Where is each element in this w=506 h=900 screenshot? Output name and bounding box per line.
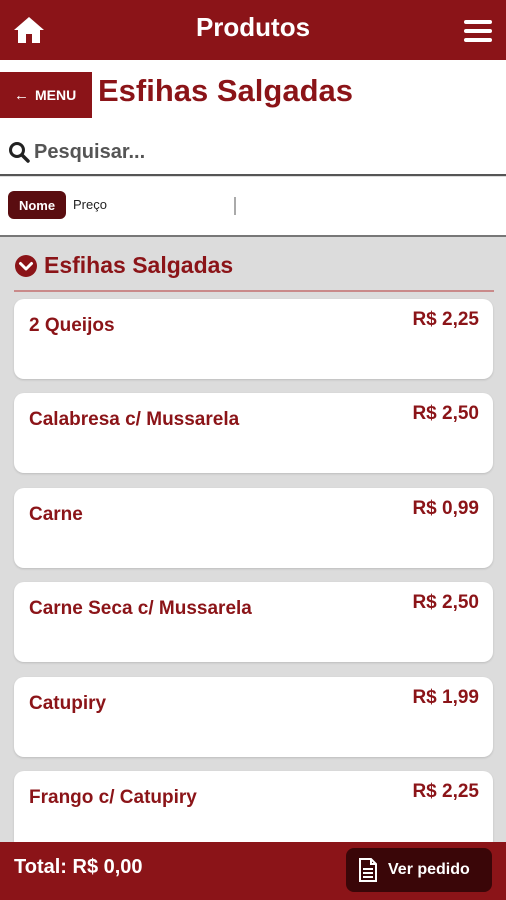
product-card[interactable]: Carne R$ 0,99 — [14, 488, 493, 568]
sort-by-price-button[interactable]: Preço — [73, 197, 107, 212]
order-footer: Total: R$ 0,00 Ver pedido — [0, 842, 506, 900]
app-title: Produtos — [195, 12, 311, 42]
product-name: Carne Seca c/ Mussarela — [29, 598, 252, 619]
product-name: Calabresa c/ Mussarela — [29, 409, 240, 430]
product-price: R$ 2,50 — [412, 403, 479, 424]
product-price: R$ 2,50 — [412, 592, 479, 613]
section-title: Esfihas Salgadas — [44, 252, 234, 278]
product-card[interactable]: Catupiry R$ 1,99 — [14, 677, 493, 757]
category-header: ← MENU Esfihas Salgadas — [0, 60, 506, 128]
product-price: R$ 2,25 — [412, 781, 479, 802]
search-input[interactable] — [34, 136, 494, 168]
product-price: R$ 2,25 — [412, 309, 479, 330]
product-card[interactable]: 2 Queijos R$ 2,25 — [14, 299, 493, 379]
order-total: Total: R$ 0,00 — [14, 856, 143, 878]
back-to-menu-button[interactable]: ← MENU — [0, 72, 92, 118]
product-price: R$ 0,99 — [412, 498, 479, 519]
product-card[interactable]: Carne Seca c/ Mussarela R$ 2,50 — [14, 582, 493, 662]
search-bar — [0, 128, 506, 176]
menu-button-label: MENU — [35, 87, 77, 103]
chevron-down-icon — [15, 255, 37, 277]
section-header[interactable]: Esfihas Salgadas — [14, 250, 494, 292]
view-order-button[interactable]: Ver pedido — [346, 848, 492, 892]
product-price: R$ 1,99 — [412, 687, 479, 708]
document-icon — [359, 858, 377, 882]
arrow-left-icon: ← — [14, 86, 29, 104]
hamburger-menu-icon[interactable] — [464, 20, 492, 42]
sort-bar: Nome Preço — [0, 177, 506, 237]
product-name: Frango c/ Catupiry — [29, 787, 197, 808]
top-app-bar: Produtos — [0, 0, 506, 60]
search-icon — [9, 142, 30, 163]
product-card[interactable]: Frango c/ Catupiry R$ 2,25 — [14, 771, 493, 851]
page-title: Esfihas Salgadas — [98, 73, 354, 108]
product-name: Carne — [29, 504, 83, 525]
product-card[interactable]: Calabresa c/ Mussarela R$ 2,50 — [14, 393, 493, 473]
product-name: Catupiry — [29, 693, 107, 714]
sort-divider — [234, 197, 236, 215]
product-name: 2 Queijos — [29, 315, 115, 336]
view-order-label: Ver pedido — [388, 861, 470, 878]
sort-by-name-button[interactable]: Nome — [8, 191, 66, 219]
